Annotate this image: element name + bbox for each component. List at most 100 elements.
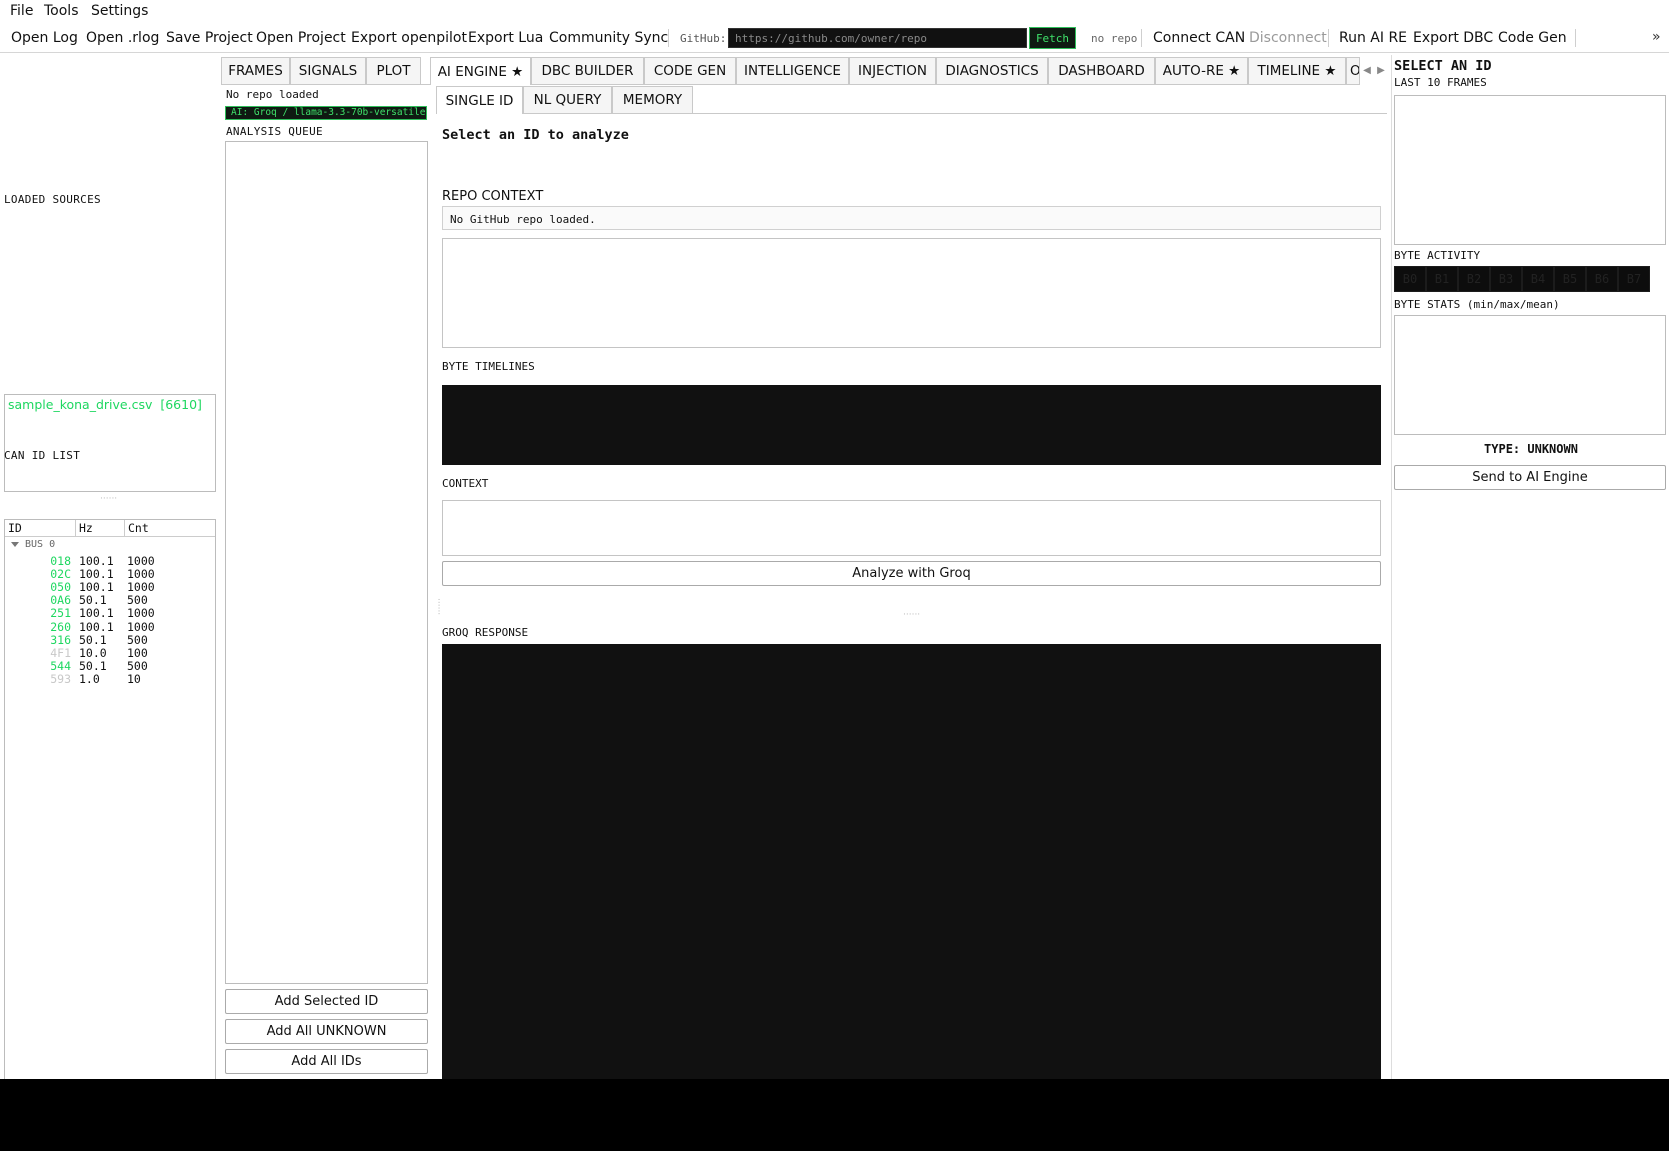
table-row[interactable]: 018 100.1 1000: [5, 554, 215, 568]
can-id-cell: 251: [50, 606, 71, 621]
can-id-cell: 018: [50, 554, 71, 568]
source-filename: sample_kona_drive.csv: [8, 397, 153, 412]
toolbar: Open Log Open .rlog Save Project Open Pr…: [0, 24, 1669, 53]
context-input[interactable]: [442, 500, 1381, 556]
bus-group-row[interactable]: BUS 0: [11, 539, 55, 550]
table-row[interactable]: 316 50.1 500: [5, 633, 215, 647]
frequency-cell: 50.1: [79, 593, 107, 608]
tab-intelligence[interactable]: INTELLIGENCE: [736, 57, 849, 84]
byte-timelines-canvas: [442, 385, 1381, 465]
byte-stats-label: BYTE STATS (min/max/mean): [1394, 298, 1560, 311]
context-label: CONTEXT: [442, 477, 489, 490]
count-cell: 10: [127, 671, 141, 686]
frequency-cell: 100.1: [79, 619, 114, 634]
column-header-cnt[interactable]: Cnt: [125, 520, 215, 537]
tab-scroll-right-icon[interactable]: ▶: [1374, 60, 1388, 80]
fetch-button[interactable]: Fetch: [1029, 27, 1076, 49]
left-panel: LOADED SOURCES sample_kona_drive.csv [66…: [0, 53, 218, 1079]
open-project-button[interactable]: Open Project: [256, 30, 346, 46]
count-cell: 500: [127, 593, 148, 608]
add-all-ids-button[interactable]: Add All IDs: [225, 1049, 428, 1074]
can-id-cell: 544: [50, 658, 71, 673]
analysis-queue-list[interactable]: [225, 141, 428, 984]
community-sync-button[interactable]: Community Sync: [549, 30, 668, 46]
tab-scroll-left-icon[interactable]: ◀: [1360, 60, 1374, 80]
open-log-button[interactable]: Open Log: [11, 30, 78, 46]
table-row[interactable]: 544 50.1 500: [5, 659, 215, 673]
frequency-cell: 1.0: [79, 671, 100, 686]
ai-engine-content: SINGLE ID NL QUERY MEMORY Select an ID t…: [433, 86, 1387, 1079]
chevron-down-icon[interactable]: [11, 541, 19, 547]
byte-cell: B1: [1426, 266, 1458, 292]
toolbar-overflow-icon[interactable]: »: [1652, 29, 1661, 45]
disconnect-button[interactable]: Disconnect: [1249, 30, 1327, 46]
table-row[interactable]: 050 100.1 1000: [5, 580, 215, 594]
tab-code-gen[interactable]: CODE GEN: [644, 57, 736, 84]
menu-file[interactable]: File: [10, 3, 33, 19]
splitter-handle[interactable]: ······: [100, 494, 117, 504]
run-ai-re-button[interactable]: Run AI RE: [1339, 30, 1407, 46]
code-gen-button[interactable]: Code Gen: [1498, 30, 1567, 46]
id-inspector-panel: SELECT AN ID LAST 10 FRAMES BYTE ACTIVIT…: [1391, 55, 1669, 1079]
table-row[interactable]: 593 1.0 10: [5, 672, 215, 686]
splitter-handle[interactable]: ······: [903, 610, 920, 620]
export-openpilot-button[interactable]: Export openpilot: [351, 30, 467, 46]
tab-nl-query[interactable]: NL QUERY: [523, 86, 612, 113]
inspector-title: SELECT AN ID: [1394, 58, 1492, 74]
tab-injection[interactable]: INJECTION: [849, 57, 936, 84]
repo-context-text: No GitHub repo loaded.: [442, 206, 1381, 230]
github-url-input[interactable]: [728, 28, 1027, 48]
tab-frames[interactable]: FRAMES: [221, 57, 290, 84]
tab-plot[interactable]: PLOT: [366, 57, 421, 84]
table-row[interactable]: 260 100.1 1000: [5, 620, 215, 634]
groq-response-output[interactable]: [442, 644, 1381, 1079]
last-frames-list[interactable]: [1394, 95, 1666, 245]
frequency-cell: 100.1: [79, 554, 114, 568]
send-to-ai-engine-button[interactable]: Send to AI Engine: [1394, 465, 1666, 490]
open-rlog-button[interactable]: Open .rlog: [86, 30, 159, 46]
connect-can-button[interactable]: Connect CAN: [1153, 30, 1245, 46]
export-dbc-button[interactable]: Export DBC: [1413, 30, 1493, 46]
table-row[interactable]: 251 100.1 1000: [5, 606, 215, 620]
tab-dashboard[interactable]: DASHBOARD: [1048, 57, 1155, 84]
analyze-button[interactable]: Analyze with Groq: [442, 561, 1381, 586]
frequency-cell: 50.1: [79, 658, 107, 673]
main-tab-bar: FRAMES SIGNALS PLOT AI ENGINE ★ DBC BUIL…: [221, 57, 1360, 85]
tab-timeline[interactable]: TIMELINE ★: [1248, 57, 1346, 84]
groq-response-label: GROQ RESPONSE: [442, 626, 529, 639]
sub-tab-bar: SINGLE ID NL QUERY MEMORY: [436, 86, 1387, 114]
frequency-cell: 50.1: [79, 632, 107, 647]
menu-settings[interactable]: Settings: [91, 3, 148, 19]
source-item[interactable]: sample_kona_drive.csv [6610]: [8, 397, 202, 412]
export-lua-button[interactable]: Export Lua: [468, 30, 543, 46]
table-row[interactable]: 02C 100.1 1000: [5, 567, 215, 581]
menu-tools[interactable]: Tools: [44, 3, 79, 19]
tab-diagnostics[interactable]: DIAGNOSTICS: [936, 57, 1048, 84]
menubar: File Tools Settings: [0, 0, 1669, 23]
count-cell: 1000: [127, 619, 155, 634]
tab-memory[interactable]: MEMORY: [612, 86, 693, 113]
tab-dbc-builder[interactable]: DBC BUILDER: [531, 57, 644, 84]
repo-status: no repo: [1091, 32, 1138, 45]
count-cell: 1000: [127, 606, 155, 621]
tab-signals[interactable]: SIGNALS: [290, 57, 366, 84]
can-id-list-label: CAN ID LIST: [4, 449, 81, 462]
tab-auto-re[interactable]: AUTO-RE ★: [1155, 57, 1248, 84]
add-selected-id-button[interactable]: Add Selected ID: [225, 989, 428, 1014]
splitter-handle[interactable]: ······: [433, 598, 443, 615]
byte-cell: B0: [1394, 266, 1426, 292]
table-row[interactable]: 4F1 10.0 100: [5, 646, 215, 660]
tab-overflow[interactable]: O: [1346, 57, 1360, 84]
repo-context-area[interactable]: [442, 238, 1381, 348]
tab-single-id[interactable]: SINGLE ID: [436, 86, 523, 114]
sources-list[interactable]: sample_kona_drive.csv [6610]: [4, 394, 216, 492]
tab-ai-engine[interactable]: AI ENGINE ★: [430, 57, 531, 85]
column-header-id[interactable]: ID: [5, 520, 76, 537]
save-project-button[interactable]: Save Project: [166, 30, 253, 46]
frequency-cell: 100.1: [79, 580, 114, 595]
frequency-cell: 10.0: [79, 645, 107, 660]
table-row[interactable]: 0A6 50.1 500: [5, 593, 215, 607]
can-id-cell: 4F1: [50, 645, 71, 660]
add-all-unknown-button[interactable]: Add All UNKNOWN: [225, 1019, 428, 1044]
column-header-hz[interactable]: Hz: [76, 520, 125, 537]
